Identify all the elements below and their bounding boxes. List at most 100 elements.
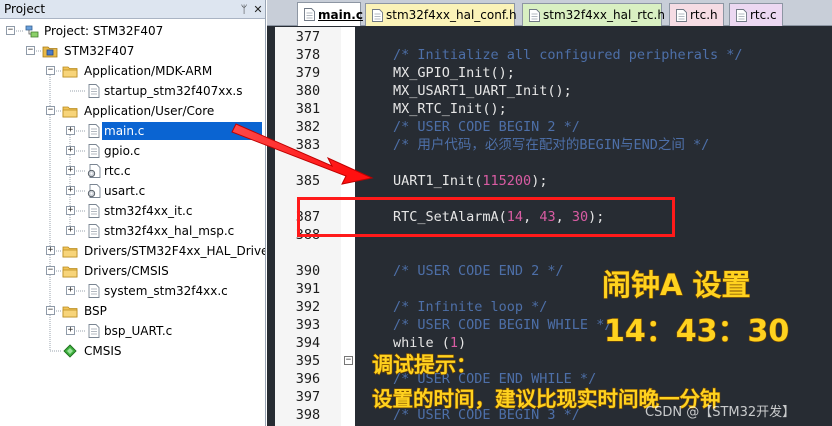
tree-item[interactable]: − Drivers/CMSIS [0,261,265,281]
expand-icon[interactable]: + [66,326,75,335]
fold-toggle-icon[interactable]: − [344,356,353,365]
tree-item-label: system_stm32f4xx.c [104,284,228,298]
line-number: 378 [295,47,321,63]
folder-icon [62,63,78,79]
project-panel-title: Project [4,2,46,16]
tree-item-label: CMSIS [84,344,122,358]
tree-item[interactable]: startup_stm32f407xx.s [0,81,265,101]
expand-icon[interactable]: + [66,166,75,175]
line-number: 393 [295,317,321,333]
file-gear-icon [86,163,102,179]
file-icon [86,323,102,339]
expand-icon[interactable]: + [66,146,75,155]
line-number: 377 [295,29,321,45]
tree-item-label: gpio.c [104,144,141,158]
tab-rtc-h[interactable]: rtc.h [669,3,724,26]
collapse-icon[interactable]: − [6,26,15,35]
expand-icon[interactable]: + [66,186,75,195]
code-line: /* USER CODE END 2 */ [393,262,564,280]
tree-item[interactable]: − Application/MDK-ARM [0,61,265,81]
code-token: MX_GPIO_Init(); [393,65,515,81]
line-number: 392 [295,299,321,315]
debug-tip-title: 调试提示： [371,352,477,377]
expand-icon[interactable]: + [66,206,75,215]
line-number: 379 [295,65,321,81]
tree-item-label: stm32f4xx_it.c [104,204,193,218]
expand-icon[interactable]: + [66,126,75,135]
code-comment: /* USER CODE BEGIN 2 */ [393,119,580,135]
tree-item[interactable]: CMSIS [0,341,265,361]
collapse-icon[interactable]: − [46,266,55,275]
collapse-icon[interactable]: − [26,46,35,55]
tree-item[interactable]: + stm32f4xx_hal_msp.c [0,221,265,241]
line-number: 391 [295,281,321,297]
tree-item[interactable]: − STM32F407 [0,41,265,61]
tree-item-label: Application/User/Core [84,104,215,118]
file-icon [736,9,747,22]
file-icon [86,123,102,139]
tree-item[interactable]: + main.c [0,121,265,141]
tree-item[interactable]: − Project: STM32F407 [0,21,265,41]
tree-item[interactable]: + gpio.c [0,141,265,161]
code-token: UART1_Init( [393,173,483,189]
tree-item-label: Application/MDK-ARM [84,64,213,78]
collapse-icon[interactable]: − [46,306,55,315]
folder-icon [62,103,78,119]
tree-item[interactable]: + Drivers/STM32F4xx_HAL_Driver [0,241,266,261]
code-comment: /* USER CODE BEGIN WHILE */ [393,317,613,333]
target-icon [42,43,58,59]
line-number: 382 [295,119,321,135]
tab-stm32f4xx-hal-conf-h[interactable]: stm32f4xx_hal_conf.h [365,3,517,26]
code-line: MX_GPIO_Init(); [393,64,515,82]
tab-label: rtc.c [750,8,777,22]
line-number: 380 [295,83,321,99]
tree-item[interactable]: + bsp_UART.c [0,321,265,341]
tab-main-c[interactable]: main.c [297,2,363,26]
tab-label: rtc.h [690,8,718,22]
line-number: 383 [295,137,321,153]
watermark: CSDN @【STM32开发】 [645,405,796,420]
expand-icon[interactable]: + [66,226,75,235]
file-icon [86,283,102,299]
collapse-icon[interactable]: − [46,106,55,115]
code-token: MX_RTC_Init(); [393,101,507,117]
code-line: /* USER CODE BEGIN 2 */ [393,118,580,136]
file-gear-icon [86,183,102,199]
code-line: MX_RTC_Init(); [393,100,507,118]
tab-label: stm32f4xx_hal_rtc.h [543,8,665,22]
alarm-setting-time: 14：43：30 [603,313,790,349]
code-comment: /* USER CODE END 2 */ [393,263,564,279]
tree-item-label: main.c [102,122,262,140]
file-icon [676,9,687,22]
line-number: 381 [295,101,321,117]
close-icon[interactable]: ✕ [251,3,265,16]
file-icon [86,203,102,219]
tab-stm32f4xx-hal-rtc-h[interactable]: stm32f4xx_hal_rtc.h [522,3,665,26]
expand-icon[interactable]: + [66,286,75,295]
alarm-setting-title: 闹钟A 设置 [601,267,751,302]
code-line: /* USER CODE BEGIN WHILE */ [393,316,612,334]
tree-item[interactable]: + rtc.c [0,161,265,181]
line-number: 390 [295,263,321,279]
tree-item[interactable]: − Application/User/Core [0,101,265,121]
code-line: MX_USART1_UART_Init(); [393,82,572,100]
tree-item-label: rtc.c [104,164,131,178]
tree-item[interactable]: + system_stm32f4xx.c [0,281,265,301]
tree-item[interactable]: − BSP [0,301,265,321]
file-icon [372,9,383,22]
tree-item-label: stm32f4xx_hal_msp.c [104,224,235,238]
tree-item[interactable]: + usart.c [0,181,265,201]
tree-item-label: Drivers/STM32F4xx_HAL_Driver [84,244,266,258]
pin-icon[interactable]: ᛘ [237,3,251,16]
tree-item-label: STM32F407 [64,44,135,58]
tree-item-label: usart.c [104,184,146,198]
tab-rtc-c[interactable]: rtc.c [729,3,783,26]
tree-item-label: Drivers/CMSIS [84,264,169,278]
file-icon [86,143,102,159]
collapse-icon[interactable]: − [46,66,55,75]
project-panel: Project ᛘ ✕ − Project: STM32F407− STM32F40… [0,0,266,426]
tree-item[interactable]: + stm32f4xx_it.c [0,201,265,221]
expand-icon[interactable]: + [46,246,55,255]
tree-item-label: Project: STM32F407 [44,24,164,38]
line-number: 395 [295,353,321,369]
